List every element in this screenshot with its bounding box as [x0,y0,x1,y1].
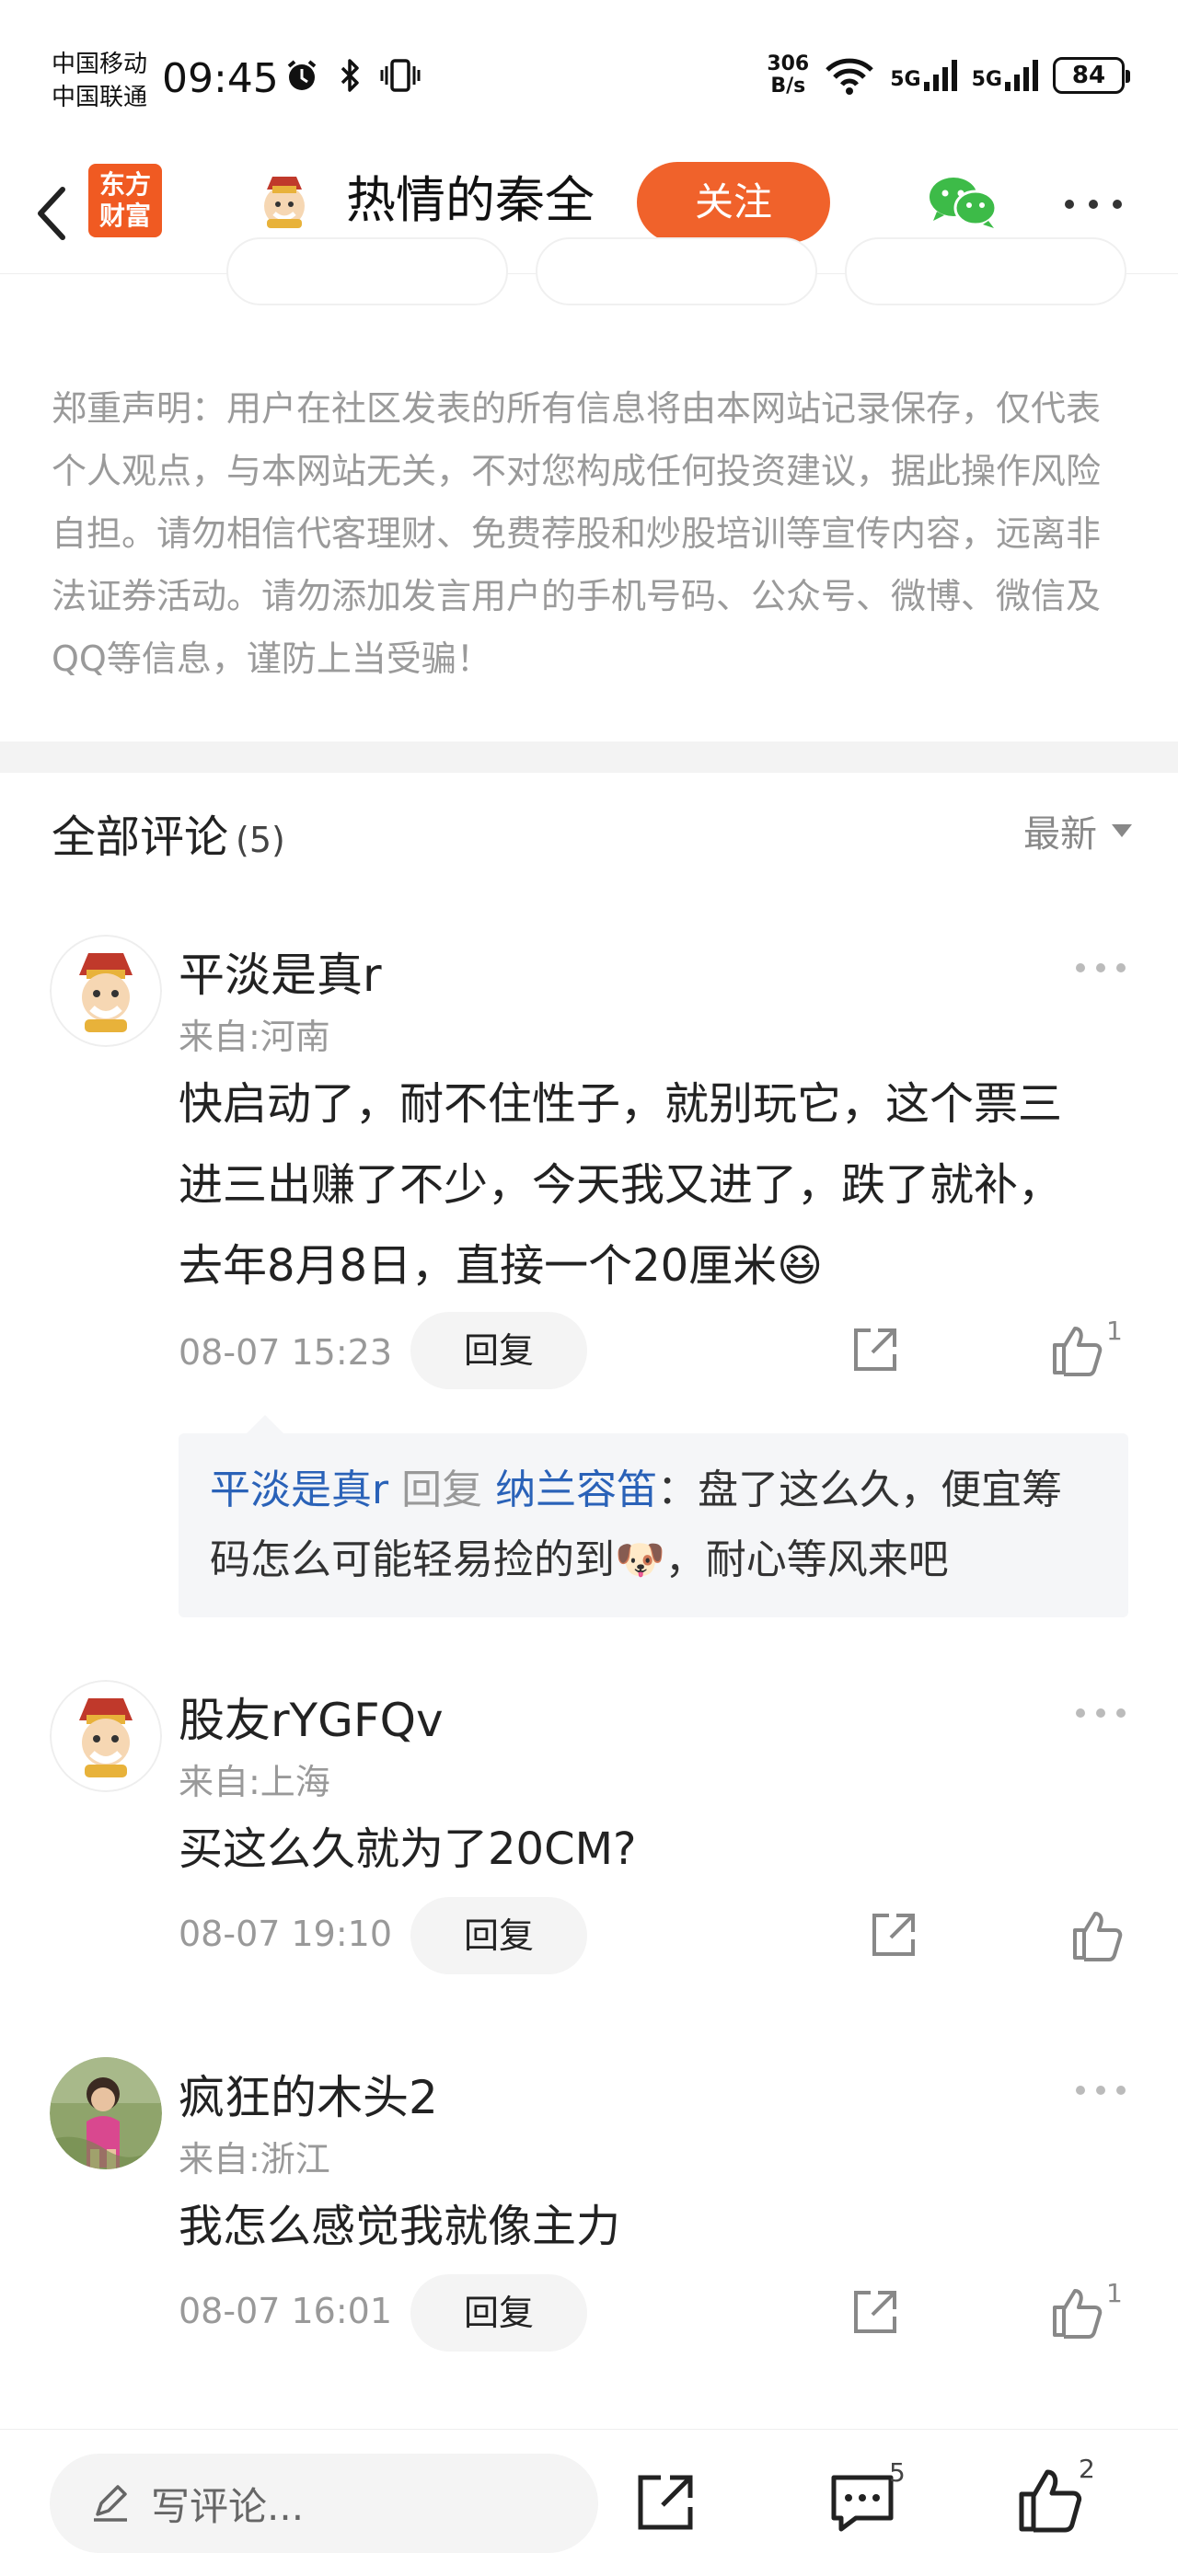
like-count-badge: 2 [1079,2454,1095,2484]
carrier-1: 中国移动 [52,51,148,78]
sort-label: 最新 [1023,813,1097,856]
dog-emoji-icon: 🐶 [615,1536,665,1583]
alarm-icon [287,60,317,90]
follow-button[interactable]: 关注 [637,162,830,243]
pencil-icon [94,2485,127,2522]
logo-line-2: 财富 [98,201,151,231]
signal-1-label: 5G [890,68,921,91]
battery-indicator: 84 [1053,57,1130,94]
net-speed-value: 306 [767,52,810,75]
action-buttons-row [0,237,1178,311]
more-options-icon[interactable] [1075,2085,1126,2096]
user-avatar[interactable] [254,169,315,230]
bluetooth-icon [341,59,359,92]
comment-item: 平淡是真r 来自:河南 快启动了，耐不住性子，就别玩它，这个票三进三出赚了不少，… [0,935,1178,1617]
thumbs-up-icon[interactable] [1071,1908,1125,1961]
reply-button[interactable]: 回复 [410,1897,587,1974]
avatar[interactable] [50,2057,162,2169]
triangle-down-icon [1112,824,1132,837]
like-count: 1 [1106,1316,1123,1346]
status-bar: 中国移动 中国联通 09:45 306 B/s 5G 5G 84 [0,0,1178,156]
share-icon[interactable] [849,1325,900,1376]
comment-time: 08-07 19:10 [179,1914,393,1954]
page-title: 热情的秦全 [346,171,595,229]
wifi-icon [826,58,874,95]
section-divider [0,742,1178,773]
net-speed-unit: B/s [770,75,806,98]
thumbs-up-icon[interactable] [1051,2285,1104,2339]
reply-target[interactable]: 纳兰容笛 [495,1466,657,1513]
reply-verb: 回复 [401,1466,483,1513]
like-count: 1 [1106,2278,1123,2308]
comment-username[interactable]: 平淡是真r [179,938,382,1005]
comment-time: 08-07 15:23 [179,1332,393,1373]
comment-location: 来自:上海 [179,1762,330,1802]
reply-button[interactable]: 回复 [410,2274,587,2352]
logo-line-1: 东方 [98,169,151,200]
thumbs-up-icon[interactable] [1018,2467,1084,2533]
laughing-emoji-icon: 😆 [777,1240,824,1292]
carrier-2: 中国联通 [52,84,148,111]
carrier-names: 中国移动 中国联通 [52,48,147,114]
comments-count: (5) [236,820,285,860]
clock: 09:45 [162,55,279,102]
signal-2: 5G [972,60,1038,91]
status-icons-right: 306 B/s 5G 5G 84 [767,53,1130,98]
comment-input-placeholder: 写评论... [151,2483,305,2529]
comment-bubble-icon[interactable] [828,2472,896,2535]
thumbs-up-icon[interactable] [1051,1323,1104,1376]
action-button-3[interactable] [845,237,1126,305]
signal-bars-icon [923,60,957,91]
nested-reply[interactable]: 平淡是真r 回复 纳兰容笛：盘了这么久，便宜筹码怎么可能轻易捡的到🐶，耐心等风来… [179,1433,1128,1617]
comment-count-badge: 5 [889,2457,906,2488]
action-button-1[interactable] [226,237,508,305]
avatar[interactable] [50,1680,162,1792]
signal-1: 5G [890,60,957,91]
more-options-icon[interactable] [1075,962,1126,973]
sort-dropdown[interactable]: 最新 [1023,804,1132,857]
app-logo[interactable]: 东方 财富 [88,164,162,237]
comments-title: 全部评论 [52,811,229,863]
comment-text: 我怎么感觉我就像主力 [179,2201,621,2252]
net-speed: 306 B/s [767,53,809,98]
reply-notch [247,1415,283,1433]
comment-location: 来自:浙江 [179,2139,330,2179]
comment-time: 08-07 16:01 [179,2291,393,2331]
vibrate-icon [380,59,421,92]
more-options-icon[interactable] [1075,1708,1126,1719]
comment-item: 股友rYGFQv 来自:上海 买这么久就为了20CM? 08-07 19:10 … [0,1680,1178,1993]
reply-author[interactable]: 平淡是真r [210,1466,388,1513]
signal-2-label: 5G [971,68,1002,91]
wechat-icon[interactable] [926,173,999,232]
comment-location: 来自:河南 [179,1017,330,1057]
bottom-bar: 写评论... 5 2 [0,2429,1178,2576]
comment-item: 疯狂的木头2 来自:浙江 我怎么感觉我就像主力 08-07 16:01 回复 1 [0,2057,1178,2370]
share-icon[interactable] [849,2287,900,2339]
disclaimer-text: 郑重声明：用户在社区发表的所有信息将由本网站记录保存，仅代表个人观点，与本网站无… [52,388,1102,679]
share-icon[interactable] [633,2470,698,2535]
reply-text-2: ，耐心等风来吧 [664,1536,949,1583]
back-arrow-icon[interactable] [24,177,79,250]
comment-input[interactable]: 写评论... [50,2454,598,2553]
comment-username[interactable]: 股友rYGFQv [179,1684,444,1750]
comment-username[interactable]: 疯狂的木头2 [179,2061,438,2127]
action-button-2[interactable] [536,237,817,305]
comment-body: 快启动了，耐不住性子，就别玩它，这个票三进三出赚了不少，今天我又进了，跌了就补，… [179,1078,1063,1292]
share-icon[interactable] [867,1910,918,1961]
comments-header: 全部评论 (5) [52,800,285,865]
status-icons-left [283,57,422,94]
comment-text: 快启动了，耐不住性子，就别玩它，这个票三进三出赚了不少，今天我又进了，跌了就补，… [179,1064,1099,1306]
signal-bars-icon [1005,60,1038,91]
comment-text: 买这么久就为了20CM? [179,1823,637,1875]
avatar[interactable] [50,935,162,1047]
more-icon[interactable] [1064,199,1123,210]
reply-button[interactable]: 回复 [410,1312,587,1389]
